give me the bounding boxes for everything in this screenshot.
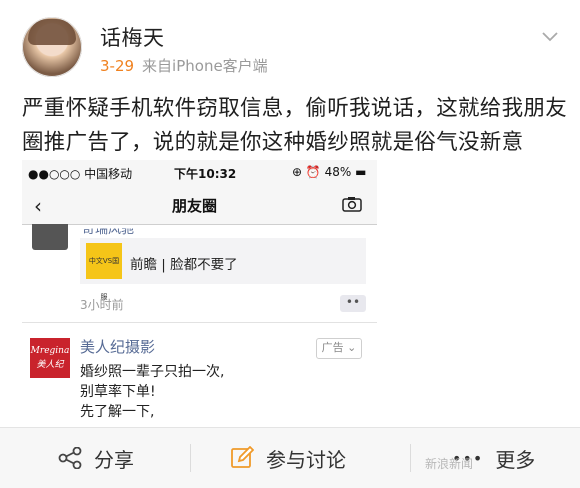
author-avatar[interactable] [22,17,82,77]
divider [190,444,191,472]
camera-icon[interactable] [342,196,362,212]
chevron-down-icon[interactable] [541,27,559,45]
ad-logo[interactable]: Mregina 美人纪 [30,338,70,378]
post-meta: 3-29 来自iPhone客户端 [100,55,268,76]
edit-icon [231,446,254,468]
prev-post-avatar[interactable] [32,224,68,250]
action-bar: 分享 参与讨论 ••• 更多 [0,427,580,488]
ad-account-name[interactable]: 美人纪摄影 [80,336,155,357]
share-button[interactable]: 分享 [58,428,134,488]
ad-line: 先了解一下, [80,404,155,420]
comment-more-button[interactable]: •• [340,295,366,312]
link-thumbnail: 中文VS国服 [86,243,122,301]
ad-line: 别草率下单! [80,384,156,400]
battery-level: ⊕ ⏰ 48% ▬ [292,165,367,179]
post-time-ago: 3小时前 [80,298,124,312]
post-date: 3-29 [100,57,135,75]
divider [410,444,411,472]
status-time: 下午10:32 [174,167,237,181]
more-label: 更多 [495,447,536,472]
link-title: 前瞻 | 脸都不要了 [130,257,238,273]
author-name[interactable]: 话梅天 [100,22,165,52]
ad-copy: 婚纱照一辈子只拍一次, 别草率下单! 先了解一下, [80,362,224,422]
nav-title: 朋友圈 [172,197,218,215]
comment-label: 参与讨论 [266,447,346,472]
nav-bar: ‹ 朋友圈 [22,186,377,225]
carrier-label: ●●○○○ 中国移动 [28,167,133,181]
ad-badge[interactable]: 广告 ⌄ [316,338,362,359]
post-text: 严重怀疑手机软件窃取信息，偷听我说话，这就给我朋友圈推广告了，说的就是你这种婚纱… [22,96,568,155]
divider [22,322,377,323]
ad-line: 婚纱照一辈子只拍一次, [80,364,225,380]
back-arrow-icon[interactable]: ‹ [34,194,42,218]
status-bar: ●●○○○ 中国移动 下午10:32 ⊕ ⏰ 48% ▬ [22,160,377,186]
share-icon [58,447,82,469]
watermark: 新浪新闻 [425,457,474,471]
comment-button[interactable]: 参与讨论 [230,428,346,488]
share-label: 分享 [94,447,134,472]
embedded-screenshot[interactable]: ●●○○○ 中国移动 下午10:32 ⊕ ⏰ 48% ▬ ‹ 朋友圈 奇瑞风驰 … [22,160,377,430]
post-source: 来自iPhone客户端 [142,57,268,75]
